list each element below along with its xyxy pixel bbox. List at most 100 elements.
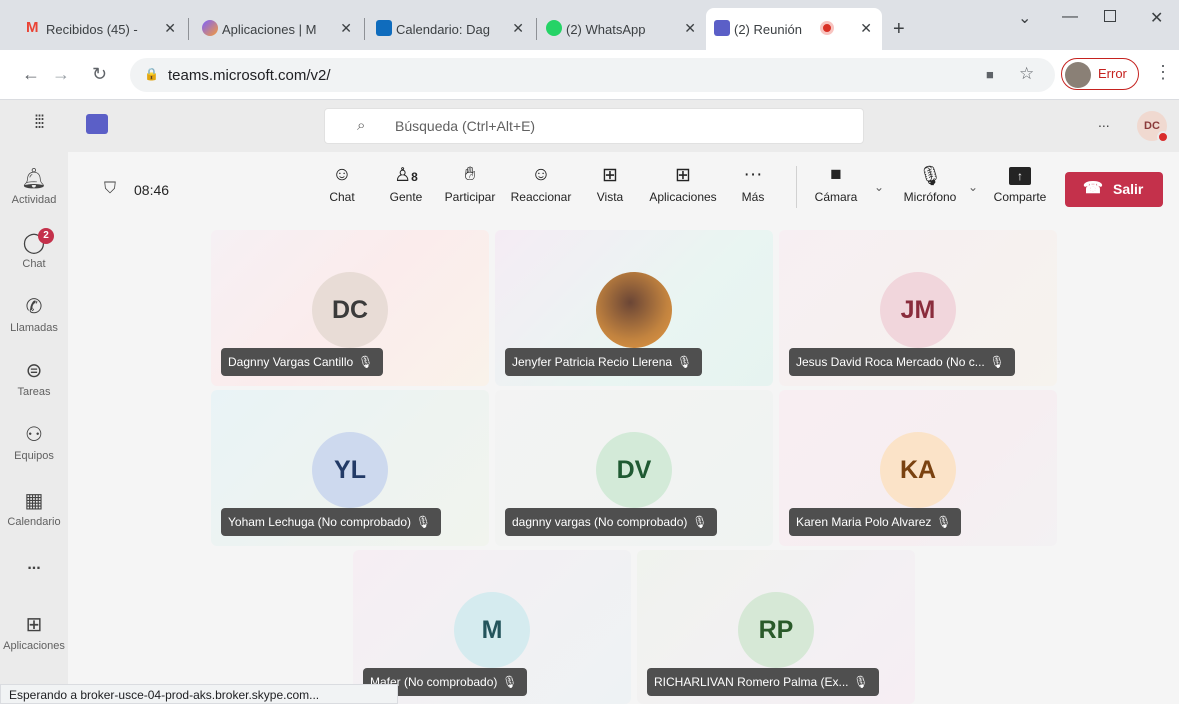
mic-off-icon: 🎙︎ xyxy=(502,675,518,689)
maximize-icon[interactable] xyxy=(1104,10,1116,22)
close-icon[interactable]: ✕ xyxy=(164,20,176,37)
rail-item-calendario[interactable]: ▦ Calendario xyxy=(0,488,68,528)
apps-button[interactable]: ⊞ Aplicaciones xyxy=(645,164,721,204)
copilot-icon xyxy=(202,20,218,36)
teams-icon: ⚇ xyxy=(25,424,43,446)
close-icon[interactable]: ✕ xyxy=(860,20,872,37)
react-button[interactable]: ☺ Reaccionar xyxy=(508,164,574,204)
participant-tile[interactable]: YL Yoham Lechuga (No comprobado) 🎙︎ xyxy=(211,390,489,546)
window-close-icon[interactable]: ✕ xyxy=(1150,8,1163,28)
forward-icon[interactable]: → xyxy=(52,64,70,85)
rail-more-button[interactable]: ... xyxy=(0,556,68,574)
app-launcher-icon[interactable]: ⁞⁞⁞ xyxy=(34,112,45,133)
leave-button[interactable]: ☎︎ Salir xyxy=(1065,172,1163,207)
profile-label: Error xyxy=(1098,66,1127,81)
participant-name: Dagnny Vargas Cantillo xyxy=(228,355,354,369)
url-text: teams.microsoft.com/v2/ xyxy=(168,67,331,84)
chat-button[interactable]: ☺ Chat xyxy=(326,164,358,204)
rail-label: Llamadas xyxy=(10,322,58,334)
profile-error-button[interactable]: Error xyxy=(1061,58,1139,90)
participant-name-badge: Dagnny Vargas Cantillo 🎙︎ xyxy=(221,348,384,376)
participant-tile[interactable]: RP RICHARLIVAN Romero Palma (Ex... 🎙︎ xyxy=(637,550,915,704)
minimize-icon[interactable]: — xyxy=(1062,8,1078,26)
more-button[interactable]: ··· Más xyxy=(738,164,768,204)
tab-title: (2) WhatsApp xyxy=(566,21,646,37)
camera-button[interactable]: ■ Cámara xyxy=(812,164,860,204)
avatar: KA xyxy=(880,432,956,508)
share-button[interactable]: ↑ Comparte xyxy=(990,164,1050,204)
participant-tile[interactable]: DC Dagnny Vargas Cantillo 🎙︎ xyxy=(211,230,489,386)
participant-name: Karen Maria Polo Alvarez xyxy=(796,515,932,529)
raise-hand-button[interactable]: ✋︎ Participar xyxy=(439,164,501,204)
participant-name: Jenyfer Patricia Recio Llerena xyxy=(512,355,673,369)
bookmark-star-icon[interactable]: ☆ xyxy=(1019,64,1034,84)
participant-tile[interactable]: Jenyfer Patricia Recio Llerena 🎙︎ xyxy=(495,230,773,386)
mic-options-chevron-icon[interactable]: ⌄ xyxy=(968,180,978,194)
close-icon[interactable]: ✕ xyxy=(340,20,352,37)
mic-off-icon: 🎙︎ xyxy=(853,675,869,689)
tab-search-icon[interactable]: ⌄ xyxy=(1018,8,1031,28)
microphone-button[interactable]: 🎙︎ Micrófono xyxy=(900,164,960,204)
rail-label: Actividad xyxy=(11,194,57,206)
browser-menu-icon[interactable]: ⋮ xyxy=(1154,62,1172,83)
more-icon: ... xyxy=(27,556,41,573)
avatar[interactable]: DC xyxy=(1137,111,1169,143)
share-icon: ↑ xyxy=(990,164,1050,190)
close-icon[interactable]: ✕ xyxy=(512,20,524,37)
browser-tab-aplicaciones[interactable]: Aplicaciones | M ✕ xyxy=(194,8,362,50)
address-bar: ← → ↻ 🔒 teams.microsoft.com/v2/ ■ ☆ Erro… xyxy=(0,50,1179,100)
tab-title: Calendario: Dag xyxy=(396,21,490,37)
phone-icon: ✆ xyxy=(25,296,43,318)
participant-tile[interactable]: M Mafer (No comprobado) 🎙︎ xyxy=(353,550,631,704)
browser-status-text: Esperando a broker-usce-04-prod-aks.brok… xyxy=(0,684,398,704)
button-label: Participar xyxy=(444,190,496,204)
hangup-icon: ☎︎ xyxy=(1083,180,1103,197)
button-label: Comparte xyxy=(993,190,1047,204)
camera-options-chevron-icon[interactable]: ⌄ xyxy=(874,180,884,194)
people-button[interactable]: ♙8 Gente xyxy=(386,164,426,204)
participant-name-badge: Yoham Lechuga (No comprobado) 🎙︎ xyxy=(221,508,442,536)
button-label: Salir xyxy=(1113,181,1144,197)
more-options-icon[interactable]: ... xyxy=(1098,114,1110,130)
new-tab-button[interactable]: + xyxy=(893,18,905,41)
search-icon: ⌕ xyxy=(357,117,366,134)
reload-icon[interactable]: ↻ xyxy=(92,64,107,85)
participant-name-badge: Karen Maria Polo Alvarez 🎙︎ xyxy=(789,508,962,536)
search-input[interactable]: ⌕ Búsqueda (Ctrl+Alt+E) xyxy=(324,108,864,144)
rail-item-chat[interactable]: ◯ 2 Chat xyxy=(0,228,68,270)
browser-tab-whatsapp[interactable]: (2) WhatsApp ✕ xyxy=(538,8,706,50)
view-button[interactable]: ⊞ Vista xyxy=(592,164,628,204)
rail-item-llamadas[interactable]: ✆ Llamadas xyxy=(0,294,68,334)
button-label: Micrófono xyxy=(903,190,957,204)
close-icon[interactable]: ✕ xyxy=(684,20,696,37)
gmail-icon: M xyxy=(26,19,39,36)
rail-item-aplicaciones[interactable]: ⊞ Aplicaciones xyxy=(0,612,68,652)
participant-tile[interactable]: JM Jesus David Roca Mercado (No c... 🎙︎ xyxy=(779,230,1057,386)
browser-tab-reunion[interactable]: (2) Reunión ✕ xyxy=(706,8,882,50)
rail-item-tareas[interactable]: ⊜ Tareas xyxy=(0,358,68,398)
rail-label: Aplicaciones xyxy=(3,640,65,652)
back-icon[interactable]: ← xyxy=(22,64,40,85)
calendar-icon: ▦ xyxy=(24,490,44,512)
participant-name: RICHARLIVAN Romero Palma (Ex... xyxy=(654,675,849,689)
omnibox[interactable]: 🔒 teams.microsoft.com/v2/ ■ ☆ xyxy=(130,58,1055,92)
browser-tab-gmail[interactable]: M Recibidos (45) - ✕ xyxy=(18,8,186,50)
participant-name: Jesus David Roca Mercado (No c... xyxy=(796,355,985,369)
participant-tile[interactable]: KA Karen Maria Polo Alvarez 🎙︎ xyxy=(779,390,1057,546)
camera-blocked-icon[interactable]: ■ xyxy=(986,67,994,82)
avatar: JM xyxy=(880,272,956,348)
meeting-toolbar: ⛉ 08:46 ☺ Chat ♙8 Gente ✋︎ Participar ☺ … xyxy=(68,152,1179,224)
participant-name-badge: Jesus David Roca Mercado (No c... 🎙︎ xyxy=(789,348,1015,376)
avatar: DV xyxy=(596,432,672,508)
lock-icon: 🔒 xyxy=(144,67,159,81)
rail-item-actividad[interactable]: 🔔︎ Actividad xyxy=(0,166,68,206)
people-count: 8 xyxy=(411,170,418,184)
participant-tile[interactable]: DV dagnny vargas (No comprobado) 🎙︎ xyxy=(495,390,773,546)
button-label: Cámara xyxy=(814,190,858,204)
rail-item-equipos[interactable]: ⚇ Equipos xyxy=(0,422,68,462)
button-label: Vista xyxy=(596,190,624,204)
unread-badge: 2 xyxy=(38,228,54,244)
browser-tab-calendario[interactable]: Calendario: Dag ✕ xyxy=(368,8,534,50)
user-initials: DC xyxy=(1144,120,1160,132)
mic-off-icon: 🎙︎ xyxy=(989,355,1005,369)
